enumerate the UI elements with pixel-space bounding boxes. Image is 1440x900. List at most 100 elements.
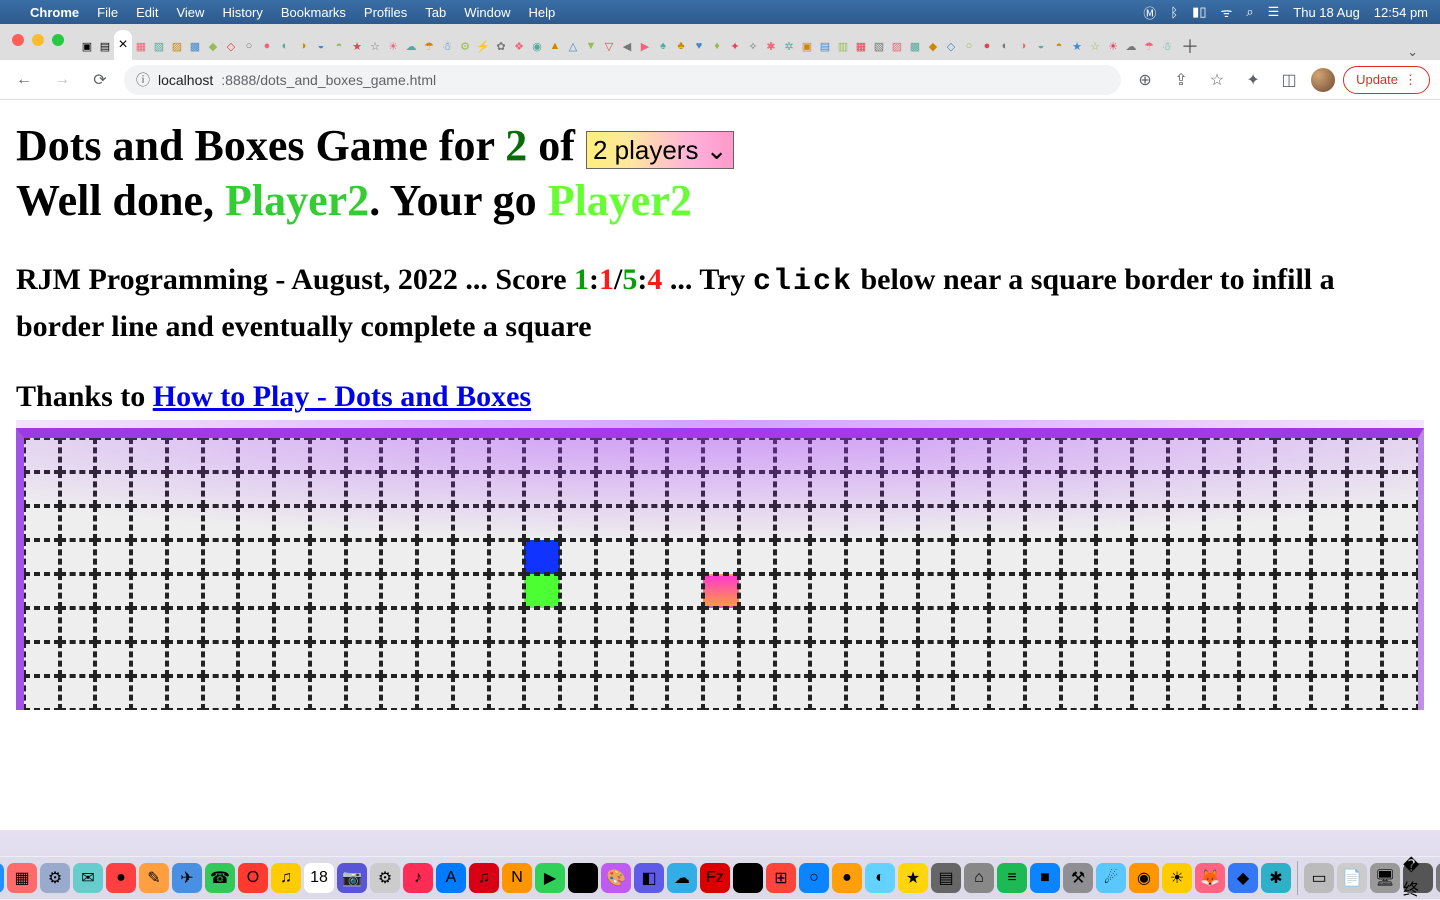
pinned-tab[interactable]: ▦	[132, 32, 150, 60]
pinned-tab[interactable]: ▧	[870, 32, 888, 60]
board-cell[interactable]	[417, 472, 453, 506]
board-cell[interactable]	[1061, 472, 1097, 506]
board-cell[interactable]	[953, 540, 989, 574]
board-cell[interactable]	[560, 574, 596, 608]
dock-app-icon[interactable]: ☁	[667, 863, 697, 893]
board-cell[interactable]	[1275, 438, 1311, 472]
board-cell[interactable]	[238, 438, 274, 472]
menu-view[interactable]: View	[176, 5, 204, 20]
board-cell[interactable]	[1382, 438, 1418, 472]
players-select[interactable]: 2 players ⌄	[586, 131, 735, 170]
extensions-icon[interactable]: ✦	[1239, 66, 1267, 94]
dock-app-icon[interactable]: 🖥	[1370, 863, 1400, 893]
pinned-tab[interactable]: ✲	[780, 32, 798, 60]
pinned-tab[interactable]: ◇	[222, 32, 240, 60]
board-cell[interactable]	[1239, 472, 1275, 506]
board-cell[interactable]	[95, 608, 131, 642]
pinned-tab[interactable]: ○	[240, 32, 258, 60]
dock-app-icon[interactable]: ⌂	[964, 863, 994, 893]
board-cell[interactable]	[524, 574, 560, 608]
dock-app-icon[interactable]: ◧	[634, 863, 664, 893]
update-button[interactable]: Update⋮	[1343, 66, 1430, 94]
dock-app-icon[interactable]: ●	[106, 863, 136, 893]
board-cell[interactable]	[203, 540, 239, 574]
reload-button[interactable]: ⟳	[86, 66, 114, 94]
board-cell[interactable]	[953, 506, 989, 540]
status-date[interactable]: Thu 18 Aug	[1293, 5, 1360, 20]
board-cell[interactable]	[60, 540, 96, 574]
board-cell[interactable]	[60, 608, 96, 642]
pinned-tab[interactable]: ☁	[1122, 32, 1140, 60]
pinned-tab[interactable]: ☀	[1104, 32, 1122, 60]
pinned-tab[interactable]: ◀	[618, 32, 636, 60]
bookmark-star-icon[interactable]: ☆	[1203, 66, 1231, 94]
board-cell[interactable]	[846, 506, 882, 540]
dock-app-icon[interactable]: ⊞	[766, 863, 796, 893]
board-cell[interactable]	[238, 472, 274, 506]
board-cell[interactable]	[1311, 676, 1347, 710]
board-cell[interactable]	[596, 472, 632, 506]
pinned-tab[interactable]: ☂	[420, 32, 438, 60]
board-cell[interactable]	[203, 676, 239, 710]
pinned-tab[interactable]: ☆	[1086, 32, 1104, 60]
board-cell[interactable]	[918, 676, 954, 710]
board-cell[interactable]	[310, 540, 346, 574]
board-cell[interactable]	[846, 472, 882, 506]
pinned-tab[interactable]: ☀	[384, 32, 402, 60]
board-cell[interactable]	[775, 642, 811, 676]
board-cell[interactable]	[882, 506, 918, 540]
board-cell[interactable]	[775, 472, 811, 506]
pinned-tab[interactable]: ▼	[582, 32, 600, 60]
board-cell[interactable]	[632, 472, 668, 506]
pinned-tab[interactable]: ☆	[366, 32, 384, 60]
board-cell[interactable]	[346, 506, 382, 540]
board-cell[interactable]	[417, 506, 453, 540]
board-cell[interactable]	[1132, 676, 1168, 710]
board-cell[interactable]	[1311, 438, 1347, 472]
board-cell[interactable]	[667, 676, 703, 710]
dock-app-icon[interactable]: Fz	[700, 863, 730, 893]
status-time[interactable]: 12:54 pm	[1374, 5, 1428, 20]
dock-app-icon[interactable]: ☀	[1162, 863, 1192, 893]
board-cell[interactable]	[1096, 506, 1132, 540]
board-cell[interactable]	[846, 676, 882, 710]
board-cell[interactable]	[775, 608, 811, 642]
dock-app-icon[interactable]: ☄	[1096, 863, 1126, 893]
status-wifi-icon[interactable]: ᯤ	[1220, 3, 1232, 21]
pinned-tab[interactable]: ♣	[672, 32, 690, 60]
dock-app-icon[interactable]: ★	[898, 863, 928, 893]
board-cell[interactable]	[989, 506, 1025, 540]
zoom-icon[interactable]: ⊕	[1131, 66, 1159, 94]
board-cell[interactable]	[60, 506, 96, 540]
board-cell[interactable]	[953, 574, 989, 608]
dock-app-icon[interactable]: ☎	[205, 863, 235, 893]
board-cell[interactable]	[775, 438, 811, 472]
board-cell[interactable]	[989, 642, 1025, 676]
board-cell[interactable]	[167, 608, 203, 642]
dock-app-icon[interactable]: ◉	[1129, 863, 1159, 893]
board-cell[interactable]	[95, 642, 131, 676]
board-cell[interactable]	[131, 506, 167, 540]
dock-app-icon[interactable]: N	[502, 863, 532, 893]
board-cell[interactable]	[203, 472, 239, 506]
board-cell[interactable]	[381, 438, 417, 472]
board-cell[interactable]	[524, 676, 560, 710]
board-cell[interactable]	[310, 608, 346, 642]
board-cell[interactable]	[489, 472, 525, 506]
board-cell[interactable]	[489, 540, 525, 574]
board-cell[interactable]	[667, 438, 703, 472]
board-cell[interactable]	[775, 574, 811, 608]
board-cell[interactable]	[846, 608, 882, 642]
board-cell[interactable]	[918, 438, 954, 472]
board-cell[interactable]	[238, 540, 274, 574]
board-cell[interactable]	[60, 676, 96, 710]
board-cell[interactable]	[524, 608, 560, 642]
board-cell[interactable]	[810, 540, 846, 574]
board-cell[interactable]	[560, 608, 596, 642]
board-cell[interactable]	[60, 438, 96, 472]
pinned-tab[interactable]: ▽	[600, 32, 618, 60]
board-cell[interactable]	[1132, 506, 1168, 540]
board-cell[interactable]	[703, 574, 739, 608]
board-cell[interactable]	[24, 540, 60, 574]
board-cell[interactable]	[775, 540, 811, 574]
